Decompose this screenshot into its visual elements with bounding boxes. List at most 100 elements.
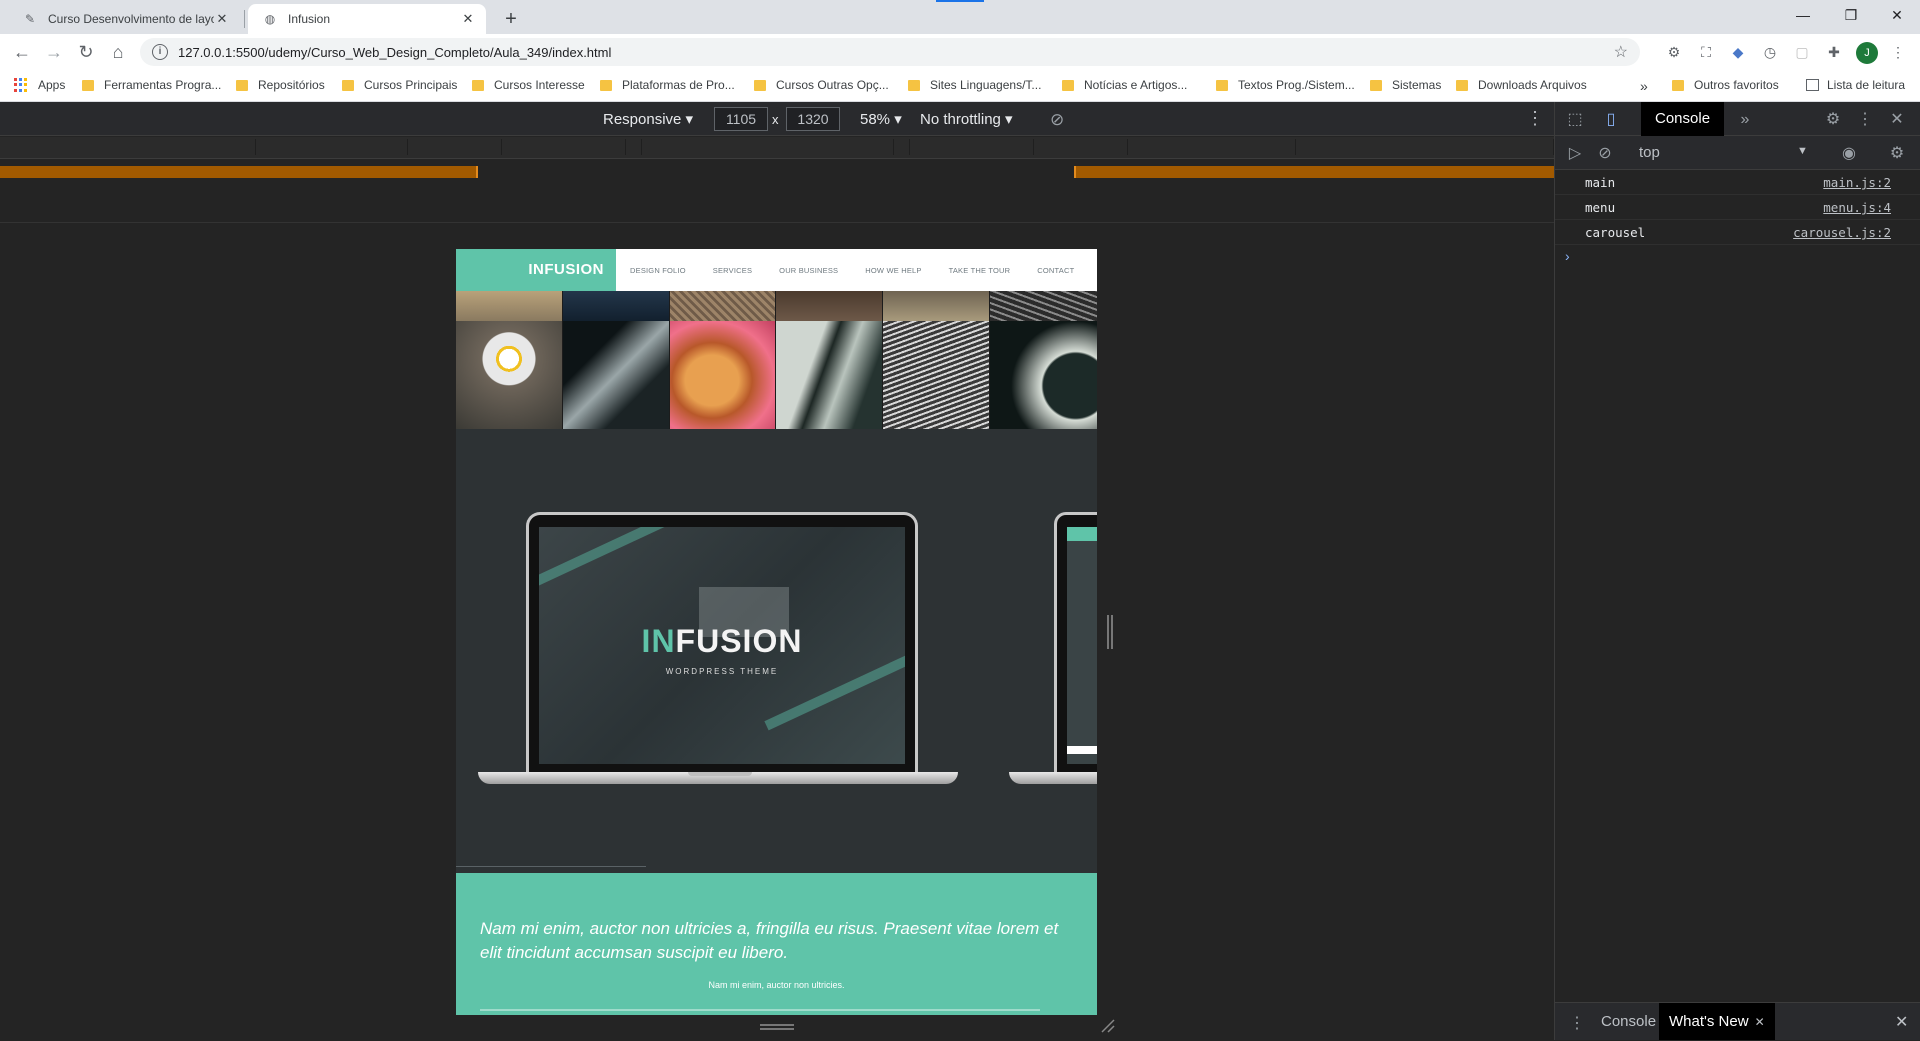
media-query-bar-max-width[interactable] xyxy=(0,162,1554,182)
viewport-width-resize-handle[interactable] xyxy=(1107,615,1113,649)
tab-infusion[interactable]: ◍ Infusion ✕ xyxy=(248,4,486,34)
nav-our-business[interactable]: OUR BUSINESS xyxy=(779,266,838,275)
viewport-width-input[interactable]: 1105 xyxy=(714,107,768,131)
bookmark-folder[interactable]: Cursos Outras Opç... xyxy=(754,78,889,92)
new-tab-button[interactable]: + xyxy=(498,6,524,32)
drawer-menu-icon[interactable]: ⋮ xyxy=(1569,1013,1585,1033)
drawer-tab-console[interactable]: Console xyxy=(1601,1013,1656,1030)
tile-gauge[interactable] xyxy=(990,291,1097,429)
close-devtools-icon[interactable]: ✕ xyxy=(1887,110,1907,130)
media-query-cell[interactable] xyxy=(408,139,502,155)
media-query-cell[interactable] xyxy=(1296,139,1554,155)
close-tab-icon[interactable]: ✕ xyxy=(460,11,476,27)
address-bar[interactable]: i 127.0.0.1:5500/udemy/Curso_Web_Design_… xyxy=(140,38,1640,66)
log-source-link[interactable]: menu.js:4 xyxy=(1823,200,1891,215)
media-query-cell[interactable] xyxy=(626,139,642,155)
bookmark-apps[interactable]: Apps xyxy=(14,78,65,92)
reload-icon[interactable]: ↻ xyxy=(72,38,100,66)
forward-icon[interactable]: → xyxy=(40,38,68,66)
context-select[interactable]: top xyxy=(1639,144,1660,161)
bookmark-folder[interactable]: Sites Linguagens/T... xyxy=(908,78,1041,92)
bookmark-folder[interactable]: Repositórios xyxy=(236,78,325,92)
console-prompt[interactable]: › xyxy=(1565,248,1570,264)
sidebar-toggle-icon[interactable]: ▷ xyxy=(1565,144,1585,164)
media-query-cell[interactable] xyxy=(1128,139,1296,155)
bookmark-star-icon[interactable]: ☆ xyxy=(1614,42,1628,62)
settings-gear-icon[interactable]: ⚙ xyxy=(1823,110,1843,130)
tab-course[interactable]: ✎ Curso Desenvolvimento de layou ✕ xyxy=(8,4,240,34)
bookmark-folder[interactable]: Downloads Arquivos xyxy=(1456,78,1587,92)
media-query-range[interactable] xyxy=(0,166,478,178)
more-tabs-button[interactable]: » xyxy=(1735,110,1755,130)
bookmarks-overflow-button[interactable]: » xyxy=(1640,78,1648,94)
device-mode-select[interactable]: Responsive ▾ xyxy=(603,110,693,128)
clear-console-icon[interactable]: ⊘ xyxy=(1595,144,1615,164)
tab-console[interactable]: Console xyxy=(1641,102,1725,136)
media-query-cell[interactable] xyxy=(910,139,1034,155)
bookmark-other[interactable]: Outros favoritos xyxy=(1672,78,1779,92)
back-icon[interactable]: ← xyxy=(8,38,36,66)
tile-macro[interactable] xyxy=(776,291,884,429)
extension-square-icon[interactable]: ▢ xyxy=(1792,42,1812,62)
home-icon[interactable]: ⌂ xyxy=(104,38,132,66)
log-source-link[interactable]: carousel.js:2 xyxy=(1793,225,1891,240)
close-drawer-tab-icon[interactable]: ✕ xyxy=(1755,1015,1765,1029)
tile-food[interactable] xyxy=(669,291,777,429)
media-query-bar-breakpoints[interactable] xyxy=(0,137,1554,159)
console-log-row: carousel carousel.js:2 xyxy=(1555,220,1920,245)
rotate-icon[interactable]: ⊘ xyxy=(1050,110,1064,130)
hero-carousel[interactable]: INFUSION WORDPRESS THEME xyxy=(456,429,1097,859)
nav-take-the-tour[interactable]: TAKE THE TOUR xyxy=(949,266,1011,275)
device-toggle-icon[interactable]: ▯ xyxy=(1601,110,1621,130)
chevron-down-icon[interactable]: ▼ xyxy=(1797,145,1808,157)
site-logo[interactable]: INFUSION xyxy=(456,249,616,291)
tile-feather[interactable] xyxy=(883,291,991,429)
viewport-height-input[interactable]: 1320 xyxy=(786,107,840,131)
viewport-height-resize-handle[interactable] xyxy=(760,1024,794,1030)
extension-icon[interactable]: ⚙ xyxy=(1664,42,1684,62)
close-tab-icon[interactable]: ✕ xyxy=(214,11,230,27)
media-query-cell[interactable] xyxy=(502,139,626,155)
nav-design-folio[interactable]: DESIGN FOLIO xyxy=(630,266,686,275)
site-info-icon[interactable]: i xyxy=(152,44,168,60)
nav-contact[interactable]: CONTACT xyxy=(1037,266,1074,275)
drawer-tab-whats-new[interactable]: What's New ✕ xyxy=(1659,1003,1775,1040)
tile-gear-shift[interactable] xyxy=(562,291,670,429)
console-settings-icon[interactable]: ⚙ xyxy=(1887,144,1907,164)
restore-icon[interactable]: ❐ xyxy=(1828,0,1874,30)
nav-services[interactable]: SERVICES xyxy=(713,266,752,275)
browser-menu-icon[interactable]: ⋮ xyxy=(1888,42,1908,62)
nav-how-we-help[interactable]: HOW WE HELP xyxy=(865,266,921,275)
profile-avatar[interactable]: J xyxy=(1856,42,1878,64)
log-source-link[interactable]: main.js:2 xyxy=(1823,175,1891,190)
media-query-range[interactable] xyxy=(1074,166,1554,178)
media-query-cell[interactable] xyxy=(894,139,910,155)
screenshot-icon[interactable]: ⛶ xyxy=(1696,42,1716,62)
device-toolbar-menu-icon[interactable]: ⋮ xyxy=(1526,108,1544,129)
bookmark-folder[interactable]: Cursos Principais xyxy=(342,78,457,92)
media-query-cell[interactable] xyxy=(256,139,408,155)
bookmark-folder[interactable]: Notícias e Artigos... xyxy=(1062,78,1187,92)
media-query-cell[interactable] xyxy=(1034,139,1128,155)
bookmark-folder[interactable]: Cursos Interesse xyxy=(472,78,585,92)
inspect-element-icon[interactable]: ⬚ xyxy=(1565,110,1585,130)
bookmark-folder[interactable]: Ferramentas Progra... xyxy=(82,78,221,92)
throttling-select[interactable]: No throttling ▾ xyxy=(920,110,1013,128)
bookmark-folder[interactable]: Plataformas de Pro... xyxy=(600,78,735,92)
close-drawer-icon[interactable]: ✕ xyxy=(1895,1012,1908,1032)
extension-blue-icon[interactable]: ◆ xyxy=(1728,42,1748,62)
bookmark-folder[interactable]: Sistemas xyxy=(1370,78,1441,92)
close-window-icon[interactable]: ✕ xyxy=(1874,0,1920,30)
live-expression-eye-icon[interactable]: ◉ xyxy=(1839,144,1859,164)
viewport-corner-resize-handle[interactable] xyxy=(1100,1018,1116,1034)
extension-clock-icon[interactable]: ◷ xyxy=(1760,42,1780,62)
media-query-cell[interactable] xyxy=(642,139,894,155)
extensions-puzzle-icon[interactable]: ✚ xyxy=(1824,42,1844,62)
tile-daisy[interactable] xyxy=(456,291,563,429)
minimize-icon[interactable]: — xyxy=(1780,0,1826,30)
reading-list[interactable]: Lista de leitura xyxy=(1806,78,1905,92)
media-query-cell[interactable] xyxy=(0,139,256,155)
bookmark-folder[interactable]: Textos Prog./Sistem... xyxy=(1216,78,1355,92)
zoom-select[interactable]: 58% ▾ xyxy=(860,110,902,128)
devtools-menu-icon[interactable]: ⋮ xyxy=(1855,110,1875,130)
